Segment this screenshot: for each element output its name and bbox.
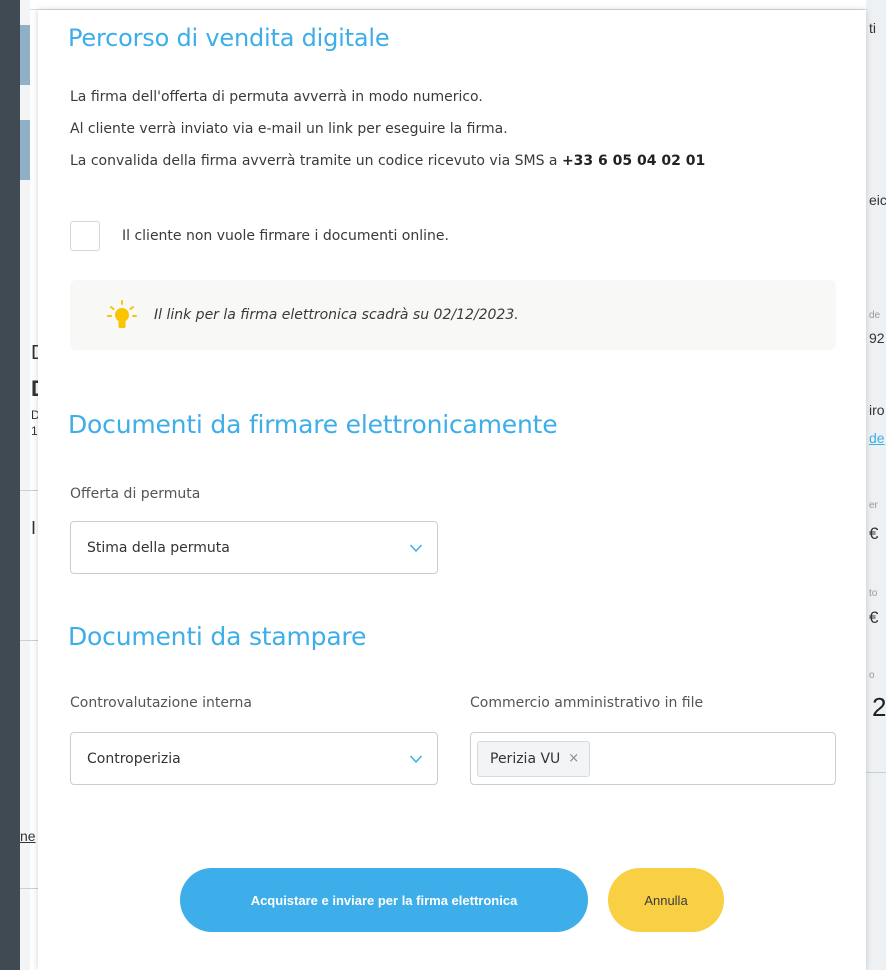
background-divider bbox=[20, 640, 38, 641]
background-text: er bbox=[869, 500, 878, 511]
background-text: D bbox=[31, 342, 38, 365]
admin-trade-file-label: Commercio amministrativo in file bbox=[470, 695, 704, 711]
background-text: eic bbox=[869, 192, 886, 208]
background-text: de bbox=[869, 310, 881, 321]
background-text: D bbox=[31, 408, 38, 422]
trade-in-offer-select[interactable]: Stima della permuta bbox=[70, 521, 438, 574]
background-text: 92 bbox=[869, 330, 885, 346]
signature-modal: Percorso di vendita digitale La firma de… bbox=[38, 10, 866, 970]
background-divider bbox=[866, 772, 886, 773]
background-divider bbox=[20, 490, 38, 491]
background-text: € bbox=[869, 524, 879, 543]
background-text: I bbox=[31, 518, 37, 538]
offline-signature-option: Il cliente non vuole firmare i documenti… bbox=[70, 220, 449, 252]
background-link: ne bbox=[20, 828, 36, 844]
info-text-sms-prefix: La convalida della firma avverrà tramite… bbox=[70, 153, 562, 169]
close-icon[interactable]: × bbox=[568, 751, 579, 766]
background-text: 1 bbox=[31, 424, 38, 438]
chevron-down-icon bbox=[409, 754, 423, 763]
lightbulb-icon bbox=[106, 299, 138, 331]
trade-in-offer-label: Offerta di permuta bbox=[70, 486, 201, 502]
cancel-button[interactable]: Annulla bbox=[608, 868, 724, 932]
background-divider bbox=[20, 888, 38, 889]
background-text: iro bbox=[869, 402, 885, 418]
internal-valuation-value: Controperizia bbox=[87, 750, 181, 767]
chip-label: Perizia VU bbox=[490, 750, 561, 767]
offline-signature-label[interactable]: Il cliente non vuole firmare i documenti… bbox=[122, 228, 449, 244]
admin-trade-file-multiselect[interactable]: Perizia VU × bbox=[470, 732, 836, 785]
background-left-sidebar bbox=[0, 0, 20, 970]
background-link: de bbox=[869, 430, 885, 446]
link-expiry-text: Il link per la firma elettronica scadrà … bbox=[154, 307, 519, 323]
background-text: 2 bbox=[872, 692, 886, 722]
background-text: ti bbox=[869, 20, 876, 36]
info-text-numeric-signature: La firma dell'offerta di permuta avverrà… bbox=[70, 89, 483, 105]
background-left-button bbox=[20, 25, 30, 85]
background-right-panel bbox=[866, 0, 886, 970]
link-expiry-notice: Il link per la firma elettronica scadrà … bbox=[70, 280, 836, 350]
offline-signature-checkbox[interactable] bbox=[70, 221, 100, 251]
internal-valuation-label: Controvalutazione interna bbox=[70, 695, 252, 711]
phone-number: +33 6 05 04 02 01 bbox=[561, 153, 706, 169]
purchase-and-send-esign-button[interactable]: Acquistare e inviare per la firma elettr… bbox=[180, 868, 588, 932]
internal-valuation-select[interactable]: Controperizia bbox=[70, 732, 438, 785]
chevron-down-icon bbox=[409, 543, 423, 552]
section-title-print-documents: Documenti da stampare bbox=[68, 622, 367, 651]
background-left-button bbox=[20, 120, 30, 180]
selected-document-chip: Perizia VU × bbox=[477, 740, 591, 777]
info-text-sms-validation: La convalida della firma avverrà tramite… bbox=[70, 153, 705, 169]
trade-in-offer-value: Stima della permuta bbox=[87, 539, 230, 556]
background-text: D bbox=[31, 376, 38, 402]
section-title-digital-sales: Percorso di vendita digitale bbox=[68, 24, 390, 52]
background-text: o bbox=[869, 670, 875, 681]
section-title-esign-documents: Documenti da firmare elettronicamente bbox=[68, 410, 558, 439]
info-text-email-link: Al cliente verrà inviato via e-mail un l… bbox=[70, 121, 508, 137]
background-text: € bbox=[869, 608, 879, 627]
background-text: to bbox=[869, 588, 878, 599]
